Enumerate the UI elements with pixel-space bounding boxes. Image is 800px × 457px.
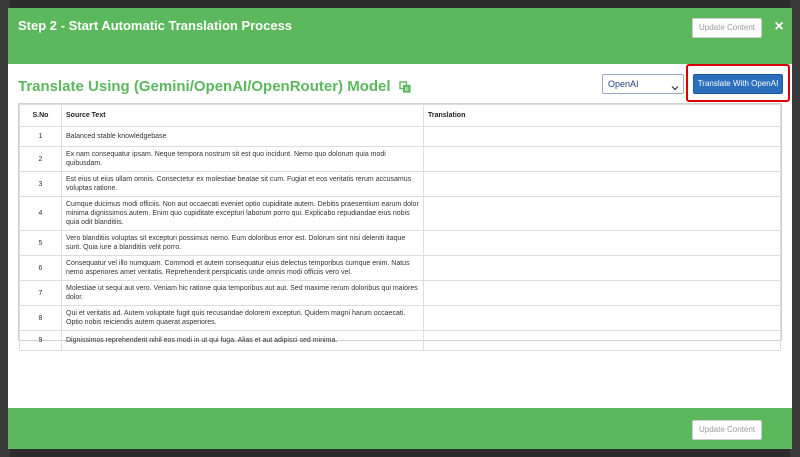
row-source-text: Dignissimos reprehenderit nihil eos modi… (61, 330, 424, 351)
row-source-text: Molestiae ut sequi aut vero. Veniam hic … (61, 280, 424, 306)
modal-header: Step 2 - Start Automatic Translation Pro… (8, 8, 792, 64)
translate-with-openai-button[interactable]: Translate With OpenAI (693, 74, 783, 94)
row-sno: 3 (19, 171, 62, 197)
row-sno: 2 (19, 146, 62, 172)
row-sno: 5 (19, 230, 62, 256)
table-row: 2 Ex nam consequatur ipsam. Neque tempor… (19, 146, 781, 172)
row-translation-cell[interactable] (423, 126, 781, 147)
row-translation-cell[interactable] (423, 280, 781, 306)
table-row: 7 Molestiae ut sequi aut vero. Veniam hi… (19, 280, 781, 306)
row-source-text: Cumque ducimus modi officiis. Non aut oc… (61, 196, 424, 231)
table-row: 1 Balanced stable knowledgebase (19, 126, 781, 147)
translation-modal: Step 2 - Start Automatic Translation Pro… (8, 8, 792, 449)
table-row: 9 Dignissimos reprehenderit nihil eos mo… (19, 330, 781, 351)
model-select[interactable]: OpenAI (602, 74, 684, 94)
translate-button-highlight: Translate With OpenAI (686, 64, 790, 102)
row-source-text: Ex nam consequatur ipsam. Neque tempora … (61, 146, 424, 172)
modal-title: Step 2 - Start Automatic Translation Pro… (18, 18, 293, 33)
column-header-sno: S.No (19, 104, 62, 127)
row-translation-cell[interactable] (423, 255, 781, 281)
row-translation-cell[interactable] (423, 146, 781, 172)
row-sno: 1 (19, 126, 62, 147)
row-source-text: Est eius ut eius ullam omnis. Consectetu… (61, 171, 424, 197)
model-select-value: OpenAI (608, 79, 639, 89)
row-source-text: Qui et veritatis ad. Autem voluptate fug… (61, 305, 424, 331)
row-source-text: Vero blanditiis voluptas sit excepturi p… (61, 230, 424, 256)
table-row: 8 Qui et veritatis ad. Autem voluptate f… (19, 305, 781, 331)
row-source-text: Balanced stable knowledgebase (61, 126, 424, 147)
copy-icon[interactable] (399, 80, 411, 93)
section-title-text: Translate Using (Gemini/OpenAI/OpenRoute… (18, 78, 391, 95)
table-row: 3 Est eius ut eius ullam omnis. Consecte… (19, 171, 781, 197)
close-icon[interactable]: × (772, 19, 786, 35)
section-title: Translate Using (Gemini/OpenAI/OpenRoute… (18, 78, 411, 95)
row-source-text: Consequatur vel illo numquam. Commodi et… (61, 255, 424, 281)
row-translation-cell[interactable] (423, 171, 781, 197)
row-translation-cell[interactable] (423, 330, 781, 351)
row-sno: 6 (19, 255, 62, 281)
row-sno: 9 (19, 330, 62, 351)
row-translation-cell[interactable] (423, 196, 781, 231)
table-row: 4 Cumque ducimus modi officiis. Non aut … (19, 196, 781, 231)
row-sno: 7 (19, 280, 62, 306)
row-sno: 4 (19, 196, 62, 231)
row-translation-cell[interactable] (423, 230, 781, 256)
column-header-translation: Translation (423, 104, 781, 127)
column-header-source-text: Source Text (61, 104, 424, 127)
chevron-down-icon (671, 80, 679, 91)
row-sno: 8 (19, 305, 62, 331)
table-row: 5 Vero blanditiis voluptas sit excepturi… (19, 230, 781, 256)
translation-table: S.No Source Text Translation 1 Balanced … (18, 103, 782, 351)
modal-footer (8, 408, 792, 449)
update-content-button-bottom[interactable]: Update Content (692, 420, 762, 440)
update-content-button-top[interactable]: Update Content (692, 18, 762, 38)
table-row: 6 Consequatur vel illo numquam. Commodi … (19, 255, 781, 281)
row-translation-cell[interactable] (423, 305, 781, 331)
